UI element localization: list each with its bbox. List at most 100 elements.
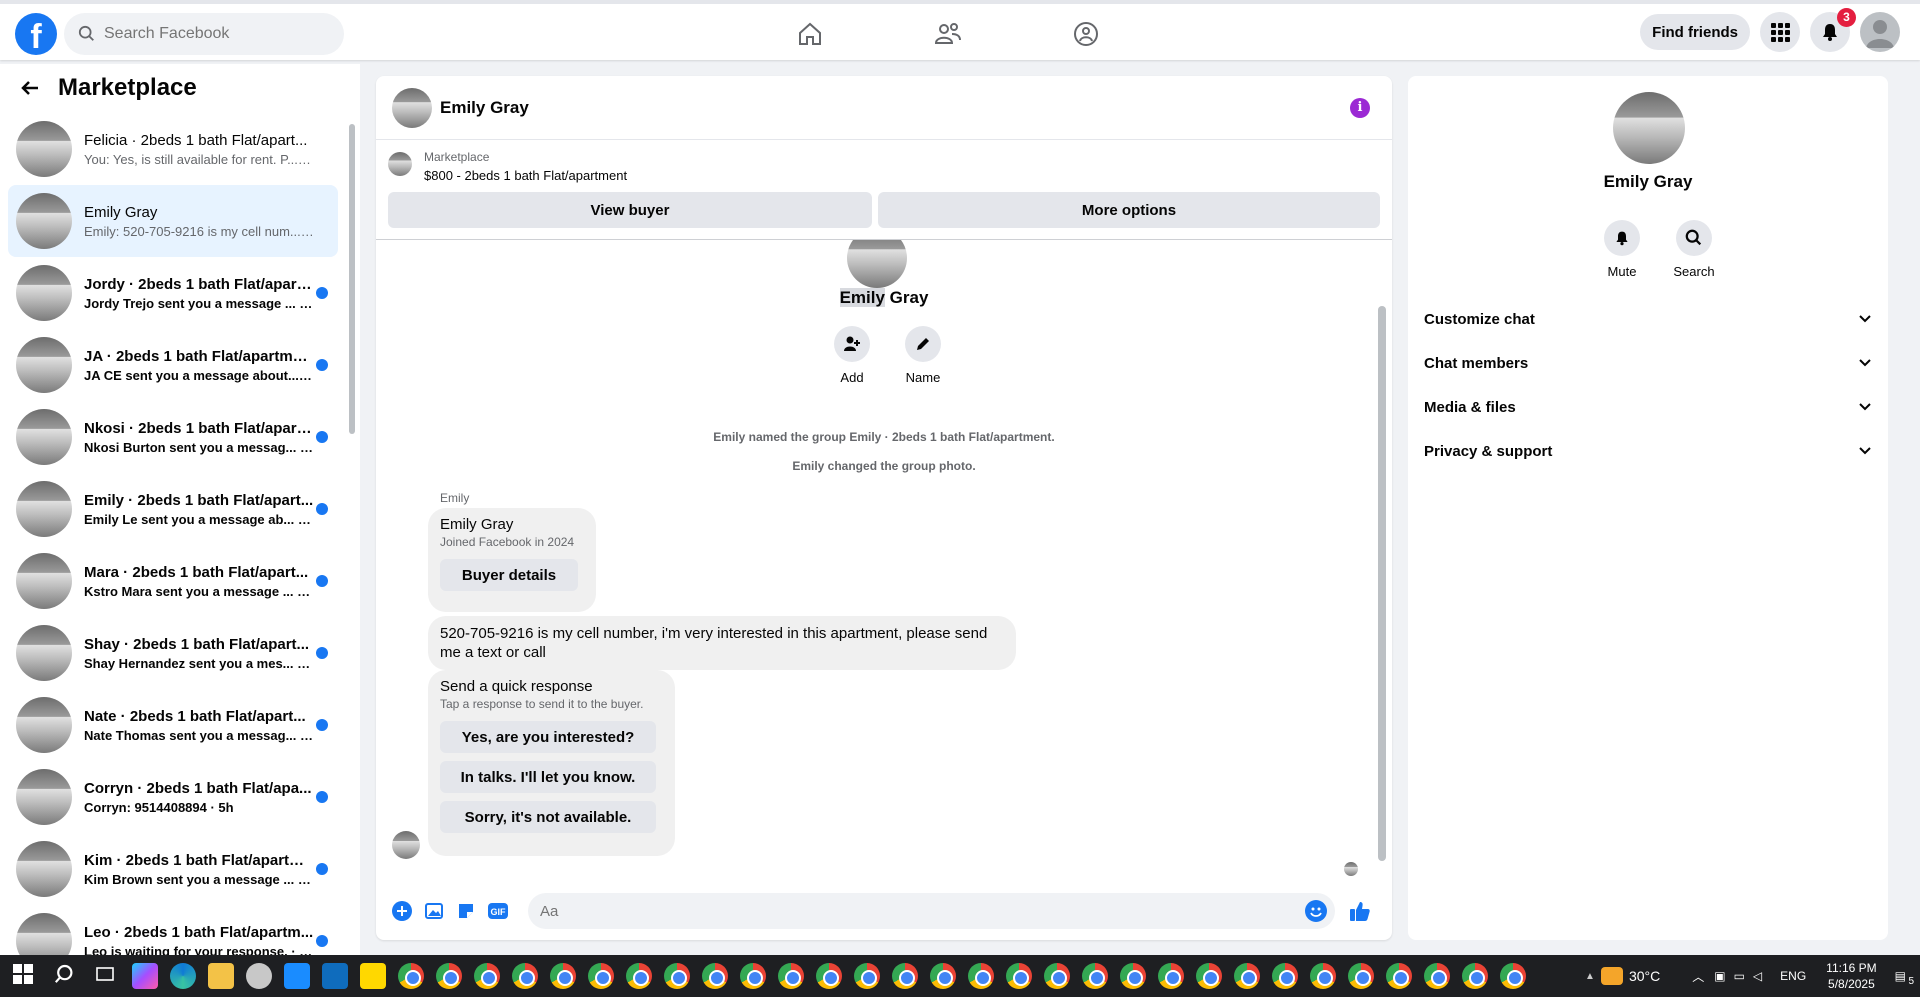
chrome-icon[interactable] [550, 963, 576, 989]
search-input[interactable] [104, 25, 324, 43]
message-input-box[interactable] [528, 893, 1335, 929]
windows-start-icon[interactable] [12, 963, 38, 989]
chrome-icon[interactable] [1234, 963, 1260, 989]
chrome-icon[interactable] [1044, 963, 1070, 989]
like-thumb-icon[interactable] [1349, 900, 1371, 922]
sidebar-scrollbar[interactable] [349, 124, 355, 434]
conversation-item[interactable]: Nate · 2beds 1 bath Flat/apart... Nate Th… [8, 689, 338, 761]
info-panel-avatar[interactable] [1613, 92, 1685, 164]
chrome-icon[interactable] [1310, 963, 1336, 989]
conversation-item[interactable]: Felicia · 2beds 1 bath Flat/apart... You:… [8, 113, 338, 185]
wifi-icon[interactable]: ▣ [1714, 969, 1725, 983]
chrome-icon[interactable] [1272, 963, 1298, 989]
language-indicator[interactable]: ENG [1780, 969, 1806, 983]
groups-icon[interactable] [1056, 12, 1116, 56]
conversation-item[interactable]: Leo · 2beds 1 bath Flat/apartm... Leo is … [8, 905, 338, 955]
chrome-icon[interactable] [1348, 963, 1374, 989]
overflow-arrows-icon[interactable]: ▲ [1585, 971, 1595, 982]
back-arrow-icon[interactable] [20, 78, 40, 98]
chrome-icon[interactable] [512, 963, 538, 989]
chrome-icon[interactable] [664, 963, 690, 989]
chrome-icon[interactable] [892, 963, 918, 989]
chevron-up-icon[interactable]: ︿ [1692, 968, 1704, 985]
chat-scrollbar[interactable] [1378, 306, 1386, 861]
view-buyer-button[interactable]: View buyer [388, 192, 872, 228]
chrome-icon[interactable] [1082, 963, 1108, 989]
message-input[interactable] [540, 902, 1280, 920]
chrome-icon[interactable] [930, 963, 956, 989]
chrome-icon[interactable] [1386, 963, 1412, 989]
quick-reply-button[interactable]: Sorry, it's not available. [440, 801, 656, 833]
add-member-button[interactable]: Add [822, 326, 882, 385]
chrome-icon[interactable] [1462, 963, 1488, 989]
chat-avatar[interactable] [392, 87, 432, 128]
conversation-item[interactable]: Emily · 2beds 1 bath Flat/apart... Emily … [8, 473, 338, 545]
volume-icon[interactable]: ◁ [1753, 969, 1762, 983]
edit-name-button[interactable]: Name [893, 326, 953, 385]
notification-center-icon[interactable]: ▤ 5 [1895, 969, 1914, 987]
sticker-icon[interactable] [455, 900, 477, 922]
media-files-row[interactable]: Media & files [1424, 385, 1872, 429]
mute-button[interactable]: Mute [1592, 220, 1652, 279]
conversation-item[interactable]: JA · 2beds 1 bath Flat/apartment JA CE se… [8, 329, 338, 401]
info-icon[interactable]: i [1350, 98, 1370, 118]
chat-members-row[interactable]: Chat members [1424, 341, 1872, 385]
chrome-icon[interactable] [1006, 963, 1032, 989]
search-box[interactable] [64, 13, 344, 55]
quick-reply-button[interactable]: In talks. I'll let you know. [440, 761, 656, 793]
store-icon[interactable] [284, 963, 310, 989]
profile-avatar[interactable] [1860, 12, 1900, 52]
network-icon[interactable]: ▭ [1734, 969, 1745, 983]
chrome-icon[interactable] [398, 963, 424, 989]
quick-reply-button[interactable]: Yes, are you interested? [440, 721, 656, 753]
conversation-item[interactable]: Mara · 2beds 1 bath Flat/apart... Kstro M… [8, 545, 338, 617]
conversation-item[interactable]: Shay · 2beds 1 bath Flat/apart... Shay He… [8, 617, 338, 689]
photo-icon[interactable] [423, 900, 445, 922]
chrome-icon[interactable] [626, 963, 652, 989]
conversation-item[interactable]: Nkosi · 2beds 1 bath Flat/apart... Nkosi … [8, 401, 338, 473]
emoji-icon[interactable] [1305, 900, 1327, 922]
chrome-icon[interactable] [816, 963, 842, 989]
customize-chat-row[interactable]: Customize chat [1424, 297, 1872, 341]
weather-temp[interactable]: 30°C [1629, 968, 1660, 984]
message-bubble[interactable]: 520-705-9216 is my cell number, i'm very… [428, 616, 1016, 670]
chrome-icon[interactable] [1196, 963, 1222, 989]
chrome-icon[interactable] [588, 963, 614, 989]
plus-icon[interactable] [391, 900, 413, 922]
chrome-icon[interactable] [778, 963, 804, 989]
chrome-icon[interactable] [740, 963, 766, 989]
file-explorer-icon[interactable] [208, 963, 234, 989]
conversation-item[interactable]: Corryn · 2beds 1 bath Flat/apa... Corryn:… [8, 761, 338, 833]
buyer-details-button[interactable]: Buyer details [440, 559, 578, 591]
listing-title[interactable]: $800 - 2beds 1 bath Flat/apartment [424, 168, 627, 183]
outlook-icon[interactable] [322, 963, 348, 989]
search-chat-button[interactable]: Search [1664, 220, 1724, 279]
app-icon[interactable] [246, 963, 272, 989]
more-options-button[interactable]: More options [878, 192, 1380, 228]
chrome-icon[interactable] [1424, 963, 1450, 989]
chrome-icon[interactable] [1120, 963, 1146, 989]
friends-icon[interactable] [918, 12, 978, 56]
chrome-icon[interactable] [1158, 963, 1184, 989]
chrome-icon[interactable] [436, 963, 462, 989]
clock[interactable]: 11:16 PM 5/8/2025 [1826, 960, 1876, 992]
conversation-item[interactable]: Emily Gray Emily: 520-705-9216 is my cell… [8, 185, 338, 257]
conversation-item[interactable]: Jordy · 2beds 1 bath Flat/apart... Jordy … [8, 257, 338, 329]
chat-title[interactable]: Emily Gray [440, 98, 529, 118]
gif-icon[interactable]: GIF [487, 900, 509, 922]
menu-grid-icon[interactable] [1760, 12, 1800, 52]
chrome-icon[interactable] [854, 963, 880, 989]
chrome-icon[interactable] [474, 963, 500, 989]
edge-icon[interactable] [170, 963, 196, 989]
conversation-item[interactable]: Kim · 2beds 1 bath Flat/apartm... Kim Bro… [8, 833, 338, 905]
find-friends-button[interactable]: Find friends [1640, 14, 1750, 50]
listing-thumbnail[interactable] [388, 152, 412, 176]
chrome-icon[interactable] [968, 963, 994, 989]
task-view-icon[interactable] [94, 963, 120, 989]
notifications-bell-icon[interactable]: 3 [1810, 8, 1856, 52]
facebook-logo-icon[interactable]: f [15, 13, 57, 55]
search-icon[interactable] [54, 963, 80, 989]
copilot-icon[interactable] [132, 963, 158, 989]
privacy-support-row[interactable]: Privacy & support [1424, 429, 1872, 473]
home-icon[interactable] [780, 12, 840, 56]
